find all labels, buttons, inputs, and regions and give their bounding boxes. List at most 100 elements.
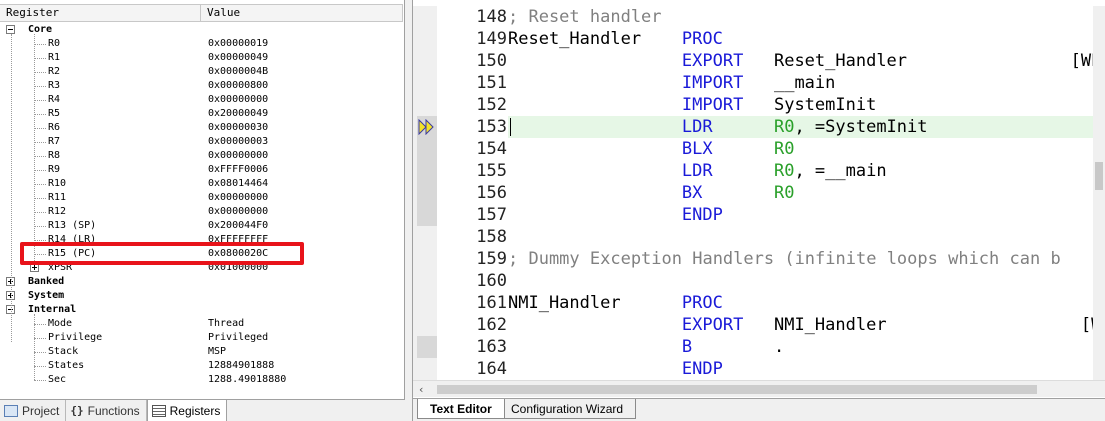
register-value: 0x00000030 <box>208 122 269 133</box>
code-line[interactable]: IMPORT __main <box>508 72 1093 94</box>
code-register: R0 <box>773 117 795 137</box>
tab-registers[interactable]: Registers <box>146 400 228 421</box>
tree-connector <box>34 72 46 73</box>
code-text: NMI_Handler <box>508 293 621 313</box>
register-row[interactable]: R4 0x00000000 <box>0 93 403 107</box>
register-name: R1 <box>48 52 61 63</box>
register-name: R4 <box>48 94 61 105</box>
register-name: System <box>28 290 65 301</box>
register-name: R10 <box>48 178 67 189</box>
register-name: R13 (SP) <box>48 220 97 231</box>
pane-splitter[interactable] <box>405 0 413 421</box>
register-row[interactable]: R8 0x00000000 <box>0 149 403 163</box>
tree-group-system[interactable]: System <box>0 289 403 303</box>
register-name: Internal <box>28 304 77 315</box>
code-line[interactable]: EXPORT NMI_Handler [W <box>508 314 1093 336</box>
register-name: R6 <box>48 122 61 133</box>
register-row[interactable]: R2 0x0000004B <box>0 65 403 79</box>
horizontal-scroll-thumb[interactable] <box>437 385 1037 394</box>
code-keyword: EXPORT <box>681 315 744 335</box>
register-value: 12884901888 <box>208 360 275 371</box>
tab-configuration-wizard[interactable]: Configuration Wizard <box>499 399 637 419</box>
register-row[interactable]: R7 0x00000003 <box>0 135 403 149</box>
code-keyword: PROC <box>681 29 723 49</box>
register-row[interactable]: R3 0x00000800 <box>0 79 403 93</box>
tree-connector <box>34 156 46 157</box>
line-number: 155 <box>476 161 507 181</box>
tree-connector <box>34 184 46 185</box>
line-number: 156 <box>476 183 507 203</box>
scroll-left-icon[interactable]: ‹ <box>419 383 423 396</box>
code-line[interactable]: BX R0 <box>508 182 1093 204</box>
code-line[interactable]: ; Dummy Exception Handlers (infinite loo… <box>508 248 1093 270</box>
register-row[interactable]: R13 (SP) 0x200044F0 <box>0 219 403 233</box>
register-row[interactable]: R9 0xFFFF0006 <box>0 163 403 177</box>
code-line[interactable]: Reset_Handler PROC <box>508 28 1093 50</box>
register-name: Privilege <box>48 332 103 343</box>
register-row[interactable]: R11 0x00000000 <box>0 191 403 205</box>
register-row[interactable]: R10 0x08014464 <box>0 177 403 191</box>
register-column-header[interactable]: Register <box>0 5 201 21</box>
code-text: SystemInit <box>773 95 877 115</box>
code-line[interactable]: B. <box>508 336 1093 358</box>
code-line[interactable]: LDR R0, =__main <box>508 160 1093 182</box>
register-value: 0x00000000 <box>208 192 269 203</box>
register-row[interactable]: R1 0x00000049 <box>0 51 403 65</box>
register-value: Privileged <box>208 332 269 343</box>
register-row[interactable]: States 12884901888 <box>0 359 403 373</box>
register-row[interactable]: Privilege Privileged <box>0 331 403 345</box>
tab-project[interactable]: Project <box>0 400 67 421</box>
line-number: 163 <box>476 337 507 357</box>
register-value: 0x200044F0 <box>208 220 269 231</box>
tree-connector <box>34 226 46 227</box>
collapse-icon[interactable] <box>6 25 15 34</box>
horizontal-scrollbar[interactable]: ‹ <box>413 380 1105 397</box>
code-line[interactable]: ENDP <box>508 358 1093 380</box>
code-line[interactable]: NMI_Handler PROC <box>508 292 1093 314</box>
code-register: R0 <box>773 183 795 203</box>
register-value: 0x00000000 <box>208 206 269 217</box>
register-row[interactable]: R0 0x00000019 <box>0 37 403 51</box>
line-number: 149 <box>476 29 507 49</box>
code-keyword: B <box>681 337 693 357</box>
code-line[interactable]: ; Reset handler <box>508 6 1093 28</box>
line-number: 162 <box>476 315 507 335</box>
register-row[interactable]: R12 0x00000000 <box>0 205 403 219</box>
code-line[interactable]: BLX R0 <box>508 138 1093 160</box>
tab-functions[interactable]: {} Functions <box>66 400 147 421</box>
value-column-header[interactable]: Value <box>201 5 403 21</box>
code-register: R0 <box>773 161 795 181</box>
vertical-scroll-thumb[interactable] <box>1095 162 1103 190</box>
code-line[interactable]: IMPORT SystemInit <box>508 94 1093 116</box>
vertical-scrollbar[interactable] <box>1093 6 1105 380</box>
tree-connector <box>34 380 46 381</box>
register-row[interactable]: R6 0x00000030 <box>0 121 403 135</box>
line-number: 161 <box>476 293 507 313</box>
tree-group-internal[interactable]: Internal <box>0 303 403 317</box>
register-row[interactable]: Sec 1288.49018880 <box>0 373 403 387</box>
register-value: 0x00000000 <box>208 94 269 105</box>
registers-pane: Register Value Core R0 0x00000019 R1 0x00000… <box>0 0 405 421</box>
code-line[interactable]: EXPORT Reset_Handler [WE <box>508 50 1093 72</box>
code-keyword: ENDP <box>681 205 723 225</box>
register-value: 0x00000049 <box>208 52 269 63</box>
register-row[interactable]: Mode Thread <box>0 317 403 331</box>
register-value: 0x00000003 <box>208 136 269 147</box>
tab-text-editor[interactable]: Text Editor <box>417 399 505 419</box>
register-row[interactable]: R5 0x20000049 <box>0 107 403 121</box>
register-name: R11 <box>48 192 67 203</box>
code-text: NMI_Handler <box>773 315 887 335</box>
code-line[interactable] <box>508 270 1093 292</box>
code-line[interactable] <box>508 226 1093 248</box>
tree-connector <box>34 128 46 129</box>
code-text: [WE <box>1070 51 1093 71</box>
register-row[interactable]: Stack MSP <box>0 345 403 359</box>
breakpoint-gutter[interactable] <box>413 6 437 380</box>
code-area[interactable]: ; Reset handler Reset_Handler PROC EXPORT Re… <box>508 6 1093 380</box>
code-line[interactable]: ENDP <box>508 204 1093 226</box>
register-name: R12 <box>48 206 67 217</box>
tree-group-core[interactable]: Core <box>0 23 403 37</box>
code-keyword: EXPORT <box>681 51 744 71</box>
tree-group-banked[interactable]: Banked <box>0 275 403 289</box>
current-code-line[interactable]: LDR R0, =SystemInit <box>508 116 1093 138</box>
